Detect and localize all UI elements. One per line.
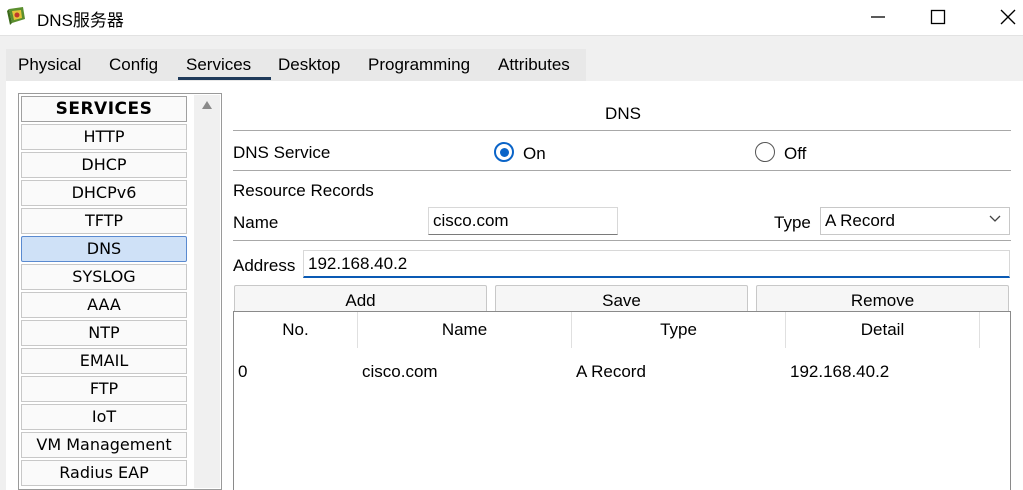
service-item-tftp[interactable]: TFTP xyxy=(21,208,187,234)
column-header-no[interactable]: No. xyxy=(234,312,358,348)
services-header: SERVICES xyxy=(21,96,187,122)
cell-no: 0 xyxy=(238,362,248,381)
sidebar-scrollbar[interactable] xyxy=(194,95,220,488)
dns-on-label[interactable]: On xyxy=(523,144,546,164)
service-item-iot[interactable]: IoT xyxy=(21,404,187,430)
tab-physical[interactable]: Physical xyxy=(18,55,81,75)
tab-programming[interactable]: Programming xyxy=(368,55,470,75)
records-table: No. Name Type Detail 0 cisco.com A Recor… xyxy=(233,311,1011,490)
active-tab-indicator xyxy=(178,77,271,80)
type-select[interactable]: A Record xyxy=(820,207,1010,235)
minimize-icon xyxy=(871,16,885,18)
cell-name: cisco.com xyxy=(362,362,438,381)
service-item-radius-eap[interactable]: Radius EAP xyxy=(21,460,187,486)
tab-desktop[interactable]: Desktop xyxy=(278,55,340,75)
service-item-aaa[interactable]: AAA xyxy=(21,292,187,318)
service-item-ntp[interactable]: NTP xyxy=(21,320,187,346)
maximize-icon xyxy=(930,9,946,25)
panel-title: DNS xyxy=(605,104,641,123)
type-label: Type xyxy=(774,213,811,232)
app-icon xyxy=(7,7,25,25)
type-select-value: A Record xyxy=(825,211,895,230)
maximize-button[interactable] xyxy=(918,2,958,32)
tab-config[interactable]: Config xyxy=(109,55,158,75)
resource-records-label: Resource Records xyxy=(233,181,374,200)
minimize-button[interactable] xyxy=(858,2,898,32)
tab-services[interactable]: Services xyxy=(186,55,251,75)
dns-on-radio[interactable] xyxy=(494,142,514,162)
name-input[interactable]: cisco.com xyxy=(428,207,618,235)
cell-type: A Record xyxy=(576,362,646,381)
column-header-name[interactable]: Name xyxy=(358,312,572,348)
content-area: SERVICES HTTP DHCP DHCPv6 TFTP DNS SYSLO… xyxy=(6,81,1023,490)
chevron-down-icon xyxy=(989,215,1001,222)
close-button[interactable] xyxy=(988,2,1023,32)
dns-off-label[interactable]: Off xyxy=(784,144,806,164)
window-title: DNS服务器 xyxy=(37,11,124,30)
name-label: Name xyxy=(233,213,279,232)
address-input[interactable]: 192.168.40.2 xyxy=(303,250,1010,278)
service-item-ftp[interactable]: FTP xyxy=(21,376,187,402)
services-sidebar: SERVICES HTTP DHCP DHCPv6 TFTP DNS SYSLO… xyxy=(18,93,222,490)
divider xyxy=(233,130,1011,131)
service-item-http[interactable]: HTTP xyxy=(21,124,187,150)
column-header-type[interactable]: Type xyxy=(572,312,786,348)
column-header-detail[interactable]: Detail xyxy=(786,312,980,348)
close-icon xyxy=(1000,9,1016,25)
divider xyxy=(233,170,1011,171)
tab-bar: Physical Config Services Desktop Program… xyxy=(6,49,586,81)
tab-attributes[interactable]: Attributes xyxy=(498,55,570,75)
title-bar: DNS服务器 xyxy=(0,0,1023,36)
service-item-dhcp[interactable]: DHCP xyxy=(21,152,187,178)
address-label: Address xyxy=(233,256,296,275)
service-item-dns[interactable]: DNS xyxy=(21,236,187,262)
cell-detail: 192.168.40.2 xyxy=(790,362,890,381)
service-item-dhcpv6[interactable]: DHCPv6 xyxy=(21,180,187,206)
dns-off-radio[interactable] xyxy=(755,142,775,162)
service-item-syslog[interactable]: SYSLOG xyxy=(21,264,187,290)
service-item-vm-management[interactable]: VM Management xyxy=(21,432,187,458)
service-item-email[interactable]: EMAIL xyxy=(21,348,187,374)
divider xyxy=(233,240,1011,241)
dns-service-label: DNS Service xyxy=(233,143,331,162)
scroll-up-icon[interactable] xyxy=(202,101,212,109)
